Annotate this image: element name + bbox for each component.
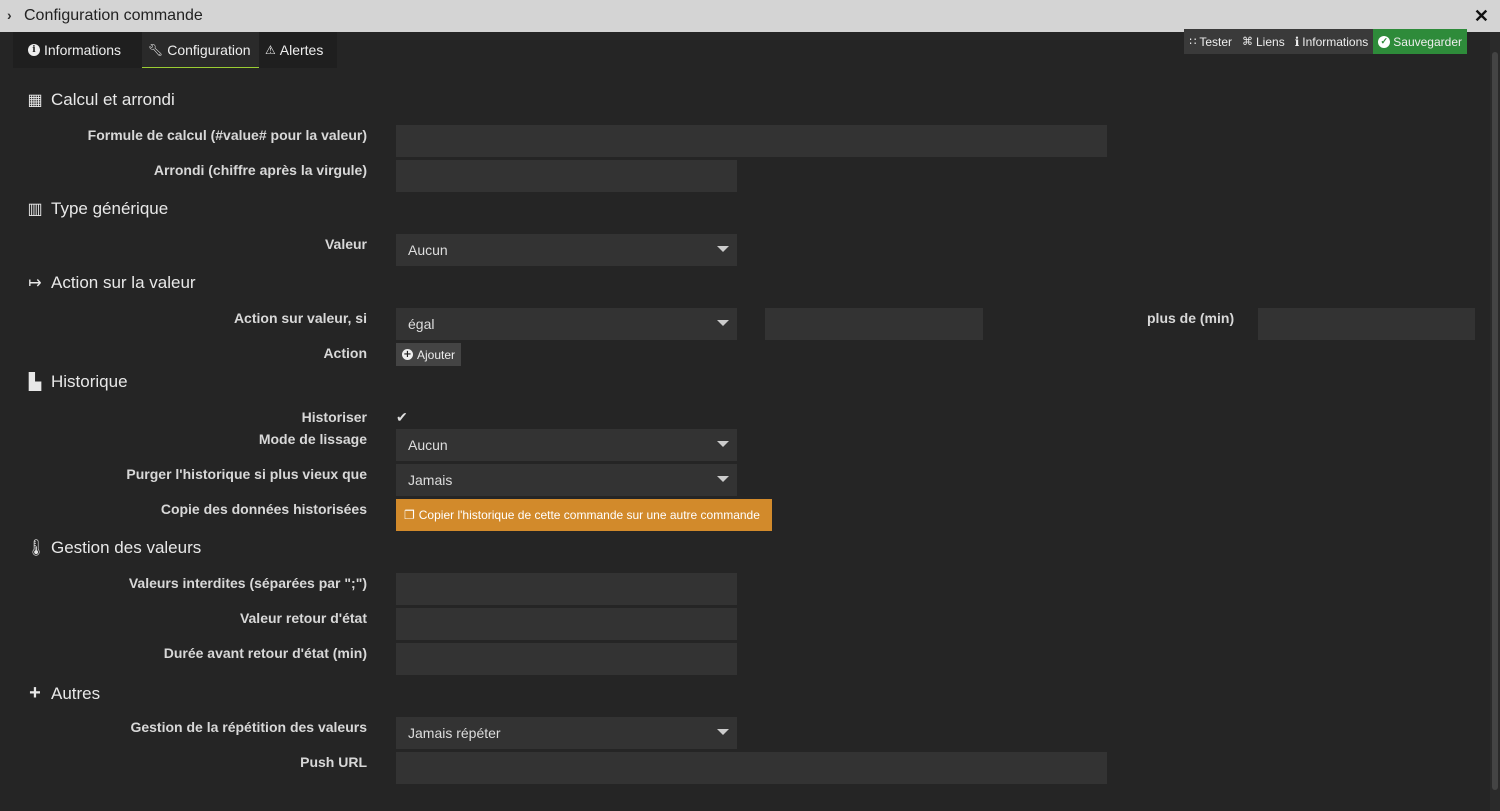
close-icon[interactable]: ✕ <box>1474 6 1489 27</box>
section-title: Action sur la valeur <box>51 273 196 292</box>
push-url-label: Push URL <box>300 754 367 770</box>
thermometer-icon: 🌡︎ <box>26 540 47 557</box>
arrondi-label: Arrondi (chiffre après la virgule) <box>153 162 367 178</box>
ajouter-label: Ajouter <box>417 347 456 362</box>
section-calcul: ▦ Calcul et arrondi <box>26 90 175 110</box>
sign-out-icon: ↦ <box>28 275 42 292</box>
duree-label: Durée avant retour d'état (min) <box>163 645 367 661</box>
action-compare-input[interactable] <box>765 308 983 340</box>
push-url-input[interactable] <box>396 752 1107 784</box>
caret-down-icon <box>717 441 729 447</box>
scrollbar-thumb[interactable] <box>1492 52 1498 790</box>
command-toolbar: ∷ Tester ⌘ Liens i Informations ✓ Sauveg… <box>1184 29 1467 54</box>
plus-circle-icon: + <box>402 349 413 360</box>
tab-label: Informations <box>44 42 122 58</box>
sitemap-icon: ⌘ <box>1242 36 1253 48</box>
retour-input[interactable] <box>396 608 737 640</box>
caret-down-icon <box>717 476 729 482</box>
valeur-label: Valeur <box>324 236 367 252</box>
rss-icon: ∷ <box>1189 36 1197 48</box>
informations-button[interactable]: i Informations <box>1289 29 1374 54</box>
section-type: ▥ Type générique <box>26 199 168 219</box>
section-title: Type générique <box>51 199 169 218</box>
info-circle-icon: i <box>28 44 40 56</box>
tab-alertes[interactable]: ⚠︎ Alertes <box>265 32 337 68</box>
historiser-label: Historiser <box>301 409 367 425</box>
interdites-label: Valeurs interdites (séparées par ";") <box>128 575 367 591</box>
section-historique: ▙ Historique <box>26 372 128 392</box>
table-icon: ▦ <box>27 92 43 109</box>
lissage-select[interactable]: Aucun <box>396 429 737 461</box>
plus-icon: + <box>29 682 41 704</box>
select-value: Aucun <box>408 437 448 453</box>
copie-label: Copie des données historisées <box>160 501 367 517</box>
tab-configuration[interactable]: 🔧︎ Configuration <box>142 32 259 68</box>
interdites-input[interactable] <box>396 573 737 605</box>
copier-label: Copier l'historique de cette commande su… <box>418 508 760 522</box>
sauvegarder-label: Sauvegarder <box>1393 34 1462 49</box>
copier-historique-button[interactable]: ❐ Copier l'historique de cette commande … <box>396 499 772 531</box>
historiser-checkbox[interactable]: ✔ <box>396 409 408 426</box>
lissage-label: Mode de lissage <box>258 431 367 447</box>
purger-select[interactable]: Jamais <box>396 464 737 496</box>
tester-label: Tester <box>1199 34 1232 49</box>
formule-input[interactable] <box>396 125 1107 157</box>
caret-down-icon <box>717 246 729 252</box>
action-si-label: Action sur valeur, si <box>233 310 367 326</box>
section-action: ↦ Action sur la valeur <box>26 273 196 293</box>
repetition-select[interactable]: Jamais répéter <box>396 717 737 749</box>
action-label: Action <box>323 345 367 361</box>
bar-chart-icon: ▙ <box>28 374 42 391</box>
info-icon: i <box>1294 34 1300 49</box>
section-gestion: 🌡︎ Gestion des valeurs <box>26 538 201 558</box>
section-autres: + Autres <box>26 682 100 705</box>
select-value: Aucun <box>408 242 448 258</box>
arrondi-input[interactable] <box>396 160 737 192</box>
window-titlebar: › Configuration commande ✕ <box>0 0 1500 32</box>
tab-informations[interactable]: i Informations <box>28 32 140 68</box>
chevron-right-icon[interactable]: › <box>7 7 12 23</box>
liens-button[interactable]: ⌘ Liens <box>1237 29 1290 54</box>
plus-de-input[interactable] <box>1258 308 1475 340</box>
sauvegarder-button[interactable]: ✓ Sauvegarder <box>1373 29 1467 54</box>
ajouter-button[interactable]: + Ajouter <box>396 343 462 366</box>
warning-icon: ⚠︎ <box>265 43 276 57</box>
tab-label: Alertes <box>279 42 324 58</box>
check-circle-icon: ✓ <box>1378 35 1391 48</box>
liens-label: Liens <box>1256 34 1285 49</box>
retour-label: Valeur retour d'état <box>239 610 367 626</box>
select-value: Jamais <box>408 472 453 488</box>
copy-icon: ❐ <box>404 508 415 522</box>
duree-input[interactable] <box>396 643 737 675</box>
purger-label: Purger l'historique si plus vieux que <box>126 466 367 482</box>
repetition-label: Gestion de la répétition des valeurs <box>130 719 367 735</box>
window-title: Configuration commande <box>24 7 203 24</box>
valeur-select[interactable]: Aucun <box>396 234 737 266</box>
section-title: Gestion des valeurs <box>51 538 202 557</box>
section-title: Historique <box>51 372 128 391</box>
wrench-icon: 🔧︎ <box>148 42 164 57</box>
plus-de-label: plus de (min) <box>1147 310 1235 326</box>
section-title: Autres <box>51 683 101 703</box>
caret-down-icon <box>717 729 729 735</box>
action-si-select[interactable]: égal <box>396 308 737 340</box>
tester-button[interactable]: ∷ Tester <box>1184 29 1237 54</box>
tab-label: Configuration <box>167 41 251 58</box>
section-title: Calcul et arrondi <box>51 90 175 109</box>
caret-down-icon <box>717 320 729 326</box>
building-icon: ▥ <box>27 201 43 218</box>
informations-label: Informations <box>1302 34 1369 49</box>
select-value: Jamais répéter <box>408 725 501 741</box>
formule-label: Formule de calcul (#value# pour la valeu… <box>87 127 367 143</box>
select-value: égal <box>408 316 435 332</box>
